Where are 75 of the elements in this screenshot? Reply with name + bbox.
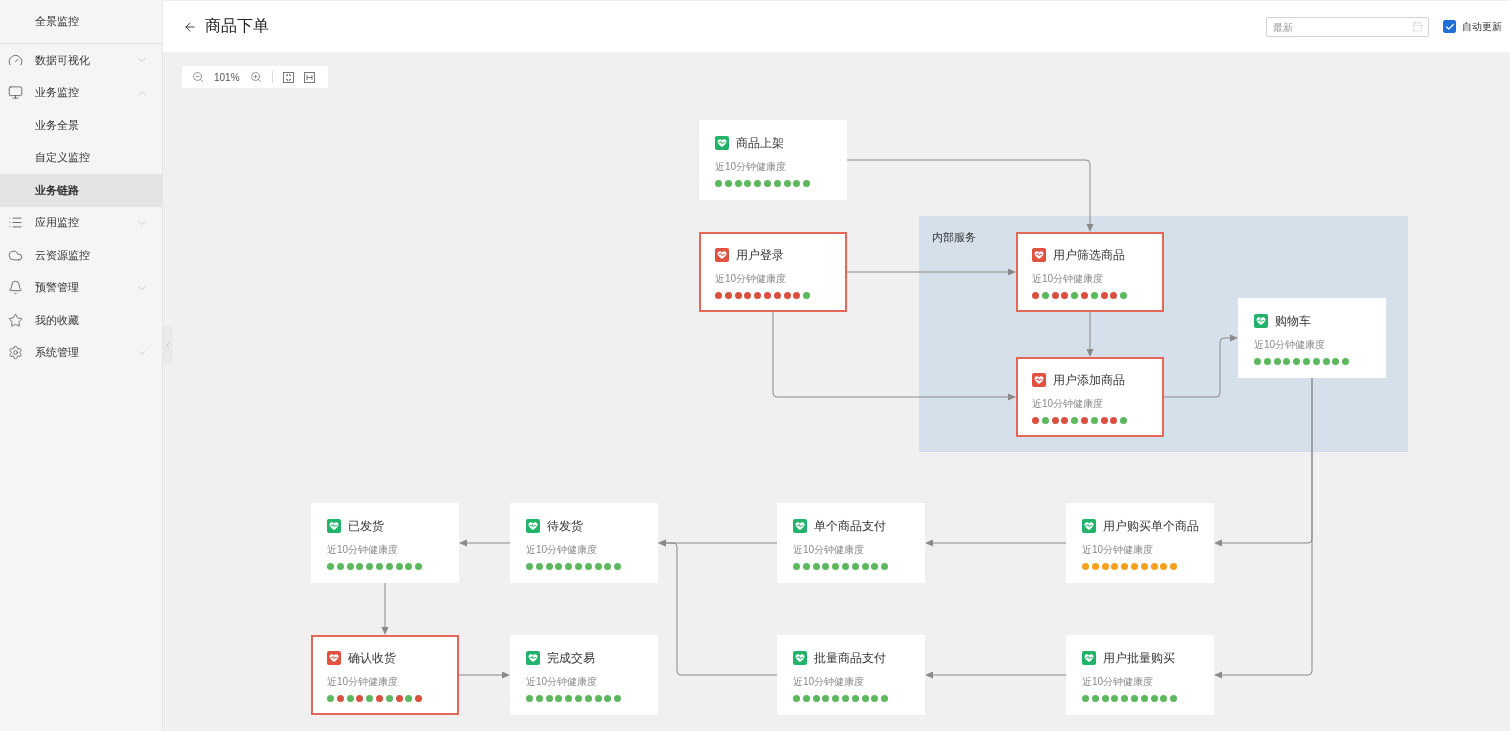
gauge-icon (8, 52, 23, 68)
node-subtitle: 近10分钟健康度 (327, 543, 400, 557)
node-title: 商品上架 (736, 134, 784, 152)
sidebar-subitem[interactable]: 业务链路 (0, 174, 162, 207)
heart-pulse-icon (327, 651, 341, 665)
heart-pulse-icon (1032, 248, 1046, 262)
node-title: 单个商品支付 (814, 517, 886, 535)
node-subtitle: 近10分钟健康度 (793, 543, 866, 557)
back-arrow-icon[interactable] (183, 19, 197, 34)
node-title: 完成交易 (547, 649, 595, 667)
zoom-in-icon[interactable] (249, 71, 262, 83)
heart-pulse-icon (1082, 651, 1096, 665)
sidebar-subitem[interactable]: 业务全景 (0, 109, 162, 142)
list-icon (8, 215, 23, 231)
node-subtitle: 近10分钟健康度 (526, 675, 599, 689)
heart-pulse-icon (793, 519, 807, 533)
node-subtitle: 近10分钟健康度 (715, 272, 788, 286)
sidebar-item[interactable]: 我的收藏 (0, 304, 162, 337)
node-title: 已发货 (348, 517, 384, 535)
check-icon (1444, 21, 1455, 32)
chevron-left-icon (164, 341, 172, 349)
heart-pulse-icon (1082, 519, 1096, 533)
heart-pulse-icon (1032, 373, 1046, 387)
settings-icon (8, 345, 23, 361)
heart-pulse-icon (715, 136, 729, 150)
node-title: 购物车 (1275, 312, 1311, 330)
heart-pulse-icon (1254, 314, 1268, 328)
sidebar-title: 全景监控 (35, 14, 79, 29)
node-subtitle: 近10分钟健康度 (715, 160, 788, 174)
sidebar-item[interactable]: 业务监控 (0, 76, 162, 109)
node-title: 批量商品支付 (814, 649, 886, 667)
node-subtitle: 近10分钟健康度 (793, 675, 866, 689)
heart-pulse-icon (793, 651, 807, 665)
connector-arrow (381, 582, 389, 635)
calendar-icon (1412, 20, 1423, 32)
sidebar-item[interactable]: 预警管理 (0, 271, 162, 304)
monitor-icon (8, 85, 23, 101)
sidebar-item[interactable]: 系统管理 (0, 336, 162, 369)
cloud-icon (8, 247, 23, 263)
heart-pulse-icon (526, 519, 540, 533)
heart-pulse-icon (327, 519, 341, 533)
heart-pulse-icon (526, 651, 540, 665)
heart-pulse-icon (715, 248, 729, 262)
checkbox-label: 自动更新 (1462, 19, 1502, 34)
node-subtitle: 近10分钟健康度 (327, 675, 400, 689)
connector-arrow (1086, 311, 1094, 357)
group-label: 内部服务 (932, 231, 976, 243)
bell-icon (8, 280, 23, 296)
node-title: 用户筛选商品 (1053, 246, 1125, 264)
actual-size-icon[interactable] (303, 71, 315, 83)
sidebar-item[interactable]: 云资源监控 (0, 239, 162, 272)
node-title: 用户批量购买 (1103, 649, 1175, 667)
fit-screen-icon[interactable] (282, 71, 294, 83)
node-subtitle: 近10分钟健康度 (1032, 397, 1105, 411)
node-title: 待发货 (547, 517, 583, 535)
zoom-level: 101% (214, 71, 240, 83)
auto-refresh-checkbox[interactable] (1443, 20, 1456, 33)
node-title: 确认收货 (348, 649, 396, 667)
connector-arrow (458, 671, 510, 679)
node-title: 用户添加商品 (1053, 371, 1125, 389)
node-subtitle: 近10分钟健康度 (1082, 675, 1155, 689)
zoom-out-icon[interactable] (192, 71, 204, 83)
node-subtitle: 近10分钟健康度 (1032, 272, 1105, 286)
node-subtitle: 近10分钟健康度 (1082, 543, 1155, 557)
star-icon (8, 312, 23, 328)
node-subtitle: 近10分钟健康度 (526, 543, 599, 557)
sidebar-item[interactable]: 数据可视化 (0, 44, 162, 77)
node-subtitle: 近10分钟健康度 (1254, 338, 1327, 352)
page-title: 商品下单 (205, 16, 269, 36)
connector-arrow (459, 539, 511, 547)
date-field[interactable]: 最新 (1266, 17, 1429, 37)
node-title: 用户购买单个商品 (1103, 517, 1199, 535)
sidebar-item[interactable]: 应用监控 (0, 206, 162, 239)
node-title: 用户登录 (736, 246, 784, 264)
sidebar-subitem[interactable]: 自定义监控 (0, 141, 162, 174)
